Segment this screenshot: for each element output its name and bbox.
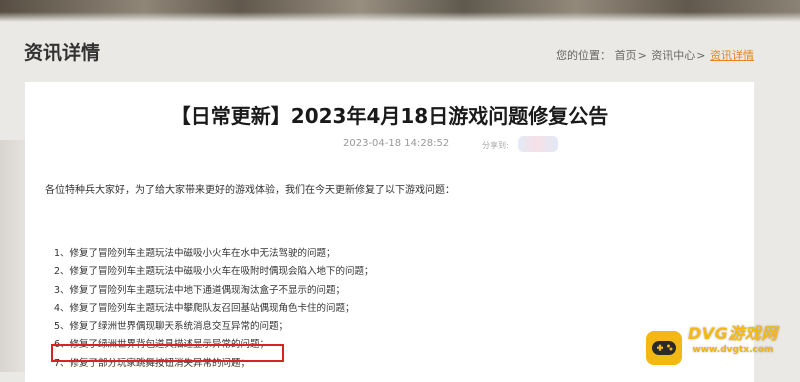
list-item: 4、修复了冒险列车主题玩法中攀爬队友召回基站偶现角色卡住的问题； [54, 302, 355, 314]
gamepad-icon [646, 331, 682, 365]
article-card: 【日常更新】2023年4月18日游戏问题修复公告 2023-04-18 14:2… [25, 82, 754, 382]
breadcrumb-separator: > [696, 49, 706, 62]
share-buttons[interactable] [518, 136, 558, 152]
breadcrumb-prefix: 您的位置： [556, 49, 612, 62]
article-intro: 各位特种兵大家好，为了给大家带来更好的游戏体验，我们在今天更新修复了以下游戏问题… [45, 185, 455, 196]
list-item: 5、修复了绿洲世界偶现聊天系统消息交互异常的问题； [54, 321, 289, 333]
page-title: 资讯详情 [24, 42, 101, 64]
breadcrumb-home-link[interactable]: 首页 [615, 49, 637, 62]
breadcrumb: 您的位置： 首页> 资讯中心> 资讯详情 [556, 47, 754, 63]
breadcrumb-news-center-link[interactable]: 资讯中心 [651, 49, 695, 62]
breadcrumb-news-detail-link[interactable]: 资讯详情 [710, 49, 754, 62]
share-label: 分享到: [482, 141, 509, 150]
list-item: 1、修复了冒险列车主题玩法中磁吸小火车在水中无法驾驶的问题； [54, 248, 336, 259]
list-item: 2、修复了冒险列车主题玩法中磁吸小火车在吸附时偶现会陷入地下的问题； [54, 266, 374, 278]
highlight-box [51, 344, 284, 362]
watermark-brand: DVG游戏网 [688, 324, 778, 343]
watermark-url: www.dvgtx.com [692, 345, 774, 355]
watermark: DVG游戏网 www.dvgtx.com [688, 324, 778, 356]
top-banner [0, 0, 800, 22]
list-item: 3、修复了冒险列车主题玩法中地下通道偶现淘汰盒子不显示的问题； [54, 284, 346, 296]
breadcrumb-separator: > [637, 49, 647, 62]
article-title: 【日常更新】2023年4月18日游戏问题修复公告 [170, 104, 609, 128]
article-date: 2023-04-18 14:28:52 [343, 138, 450, 149]
